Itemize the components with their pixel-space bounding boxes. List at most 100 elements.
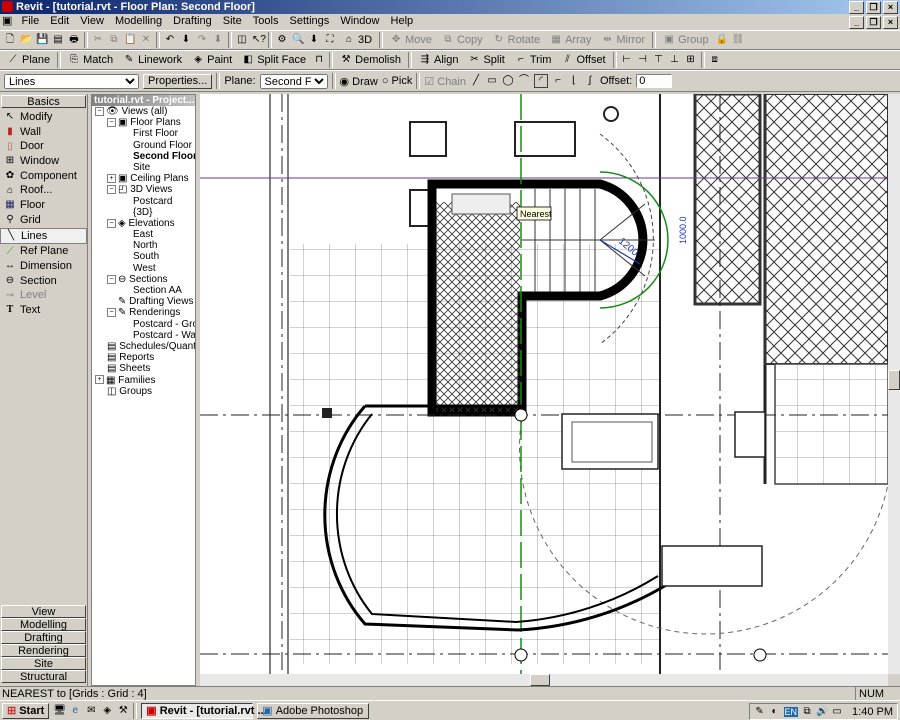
horizontal-scroll-thumb[interactable] [530, 674, 550, 686]
designbar-section[interactable]: ⊖ Section [0, 274, 87, 289]
match-button[interactable]: ⎘ Match [65, 52, 116, 69]
offset-button[interactable]: ⫽ Offset [558, 52, 608, 69]
dynamic-view-icon[interactable]: ⛶ [324, 34, 336, 46]
dimension-tool-3-icon[interactable]: ⊤ [653, 54, 665, 66]
basics-tab-header[interactable]: Basics [1, 95, 86, 108]
tab-rendering[interactable]: Rendering [1, 644, 86, 657]
designbar-roof[interactable]: ⌂ Roof... [0, 183, 87, 198]
task-revit[interactable]: ▣ Revit - [tutorial.rvt ... [141, 702, 267, 719]
tray-volume-icon[interactable]: 🔊 [816, 706, 828, 718]
3d-view-button[interactable]: ⌂ 3D [340, 32, 375, 49]
tree-section-aa[interactable]: Section AA [95, 285, 195, 296]
drawing-canvas[interactable]: 1200 1000.0 Nearest [200, 94, 888, 674]
menu-window[interactable]: Window [336, 15, 383, 27]
draw-radio[interactable]: ◉ Draw [340, 75, 378, 88]
arc-3pt-tool-icon[interactable]: ⌒ [518, 75, 530, 87]
tree-views-all[interactable]: − 👁 Views (all) [95, 106, 195, 117]
menu-view[interactable]: View [76, 15, 108, 27]
menu-tools[interactable]: Tools [249, 15, 283, 27]
horizontal-scrollbar[interactable] [200, 674, 888, 686]
designbar-modify[interactable]: ↖ Modify [0, 110, 87, 125]
link-icon[interactable]: ⛓ [732, 34, 745, 46]
lock-icon[interactable]: 🔒 [716, 34, 728, 46]
menu-modelling[interactable]: Modelling [111, 15, 166, 27]
redo-dropdown-icon[interactable]: ⬇ [212, 34, 224, 46]
grid-bubble[interactable] [514, 648, 528, 662]
floor-plan-drawing[interactable]: 1200 1000.0 Nearest [200, 94, 888, 674]
tree-families[interactable]: + ▦ Families [95, 375, 195, 386]
dimension-tool-5-icon[interactable]: ⊞ [685, 54, 697, 66]
zoom-icon[interactable]: 🔍 [292, 34, 304, 46]
group-button[interactable]: ▣ Group [660, 32, 712, 49]
menu-file[interactable]: File [17, 15, 43, 27]
plane-selector[interactable]: Second Floor [259, 73, 328, 89]
tab-drafting[interactable]: Drafting [1, 631, 86, 644]
trim-button[interactable]: ⌐ Trim [512, 52, 555, 69]
tangent-arc-tool-icon[interactable]: ⌊ [568, 75, 580, 87]
rotate-button[interactable]: ↻ Rotate [490, 32, 543, 49]
spline-tool-icon[interactable]: ∫ [584, 75, 596, 87]
tree-schedules[interactable]: ▤ Schedules/Quantitie [95, 341, 195, 352]
tree-postcard-group[interactable]: Postcard - Grou [95, 319, 195, 330]
designbar-grid[interactable]: ⚲ Grid [0, 213, 87, 228]
tray-globe-icon[interactable]: ◐ [769, 706, 781, 718]
doc-restore-button[interactable]: ❐ [866, 16, 881, 29]
print-icon[interactable]: 🖶 [68, 34, 80, 46]
quicklaunch-ie-icon[interactable]: e [69, 705, 81, 717]
designbar-ref-plane[interactable]: ⟋ Ref Plane [0, 244, 87, 259]
dimension-tool-1-icon[interactable]: ⊢ [621, 54, 633, 66]
menu-drafting[interactable]: Drafting [169, 15, 216, 27]
tree-second-floor[interactable]: Second Floor [95, 151, 195, 162]
designbar-component[interactable]: ✿ Component [0, 169, 87, 184]
tray-network-icon[interactable]: ⧉ [801, 706, 813, 718]
designbar-level[interactable]: ⊸ Level [0, 288, 87, 303]
tree-sheets[interactable]: ▤ Sheets [95, 363, 195, 374]
copy-icon[interactable]: ⧉ [108, 34, 120, 46]
pick-radio[interactable]: ○ Pick [382, 75, 412, 87]
offset-input[interactable] [636, 74, 673, 88]
doc-close-button[interactable]: × [883, 16, 898, 29]
tree-3d-postcard[interactable]: Postcard [95, 196, 195, 207]
designbar-text[interactable]: T Text [0, 303, 87, 318]
properties-button[interactable]: Properties... [143, 73, 213, 89]
close-button[interactable]: × [883, 1, 898, 14]
mirror-button[interactable]: ⇹ Mirror [598, 32, 648, 49]
tree-site[interactable]: Site [95, 162, 195, 173]
tree-south[interactable]: South [95, 251, 195, 262]
restore-button[interactable]: ❐ [866, 1, 881, 14]
linework-button[interactable]: ✎ Linework [120, 52, 185, 69]
rectangle-tool-icon[interactable]: ▭ [486, 75, 498, 87]
tree-elevations[interactable]: − ◈ Elevations [95, 218, 195, 229]
tree-ceiling-plans[interactable]: + ▣ Ceiling Plans [95, 173, 195, 184]
minimize-button[interactable]: _ [849, 1, 864, 14]
array-button[interactable]: ▦ Array [547, 32, 594, 49]
document-icon[interactable]: ▣ [0, 15, 14, 27]
tree-east[interactable]: East [95, 229, 195, 240]
tree-groups[interactable]: ◫ Groups [95, 386, 195, 397]
start-button[interactable]: ⊞ Start [2, 702, 50, 719]
workset-icon[interactable]: ⚙ [276, 34, 288, 46]
paint-button[interactable]: ◈ Paint [189, 52, 235, 69]
split-face-button[interactable]: ◧ Split Face [239, 52, 309, 69]
copy-button[interactable]: ⧉ Copy [439, 32, 486, 49]
menu-help[interactable]: Help [387, 15, 418, 27]
task-photoshop[interactable]: ▣ Adobe Photoshop [257, 702, 370, 719]
title-bar[interactable]: Revit - [tutorial.rvt - Floor Plan: Seco… [0, 0, 900, 14]
save-icon[interactable]: 💾 [36, 34, 48, 46]
tree-renderings[interactable]: − ✎ Renderings [95, 307, 195, 318]
type-selector[interactable]: Lines [4, 73, 139, 89]
cut-geometry-icon[interactable]: ⊓ [313, 54, 325, 66]
tree-sections[interactable]: − ⊖ Sections [95, 274, 195, 285]
align-button[interactable]: ⇶ Align [416, 52, 461, 69]
designbar-window[interactable]: ⊞ Window [0, 154, 87, 169]
grid-bubble[interactable] [753, 648, 767, 662]
tree-postcard-wall[interactable]: Postcard - Wall- [95, 330, 195, 341]
tree-reports[interactable]: ▤ Reports [95, 352, 195, 363]
properties-icon[interactable]: ◫ [236, 34, 248, 46]
tree-north[interactable]: North [95, 240, 195, 251]
render-tool-icon[interactable]: ⧈ [709, 54, 721, 66]
undo-icon[interactable]: ↶ [164, 34, 176, 46]
tree-floor-plans[interactable]: − ▣ Floor Plans [95, 117, 195, 128]
redo-icon[interactable]: ↷ [196, 34, 208, 46]
chain-checkbox[interactable]: ☑ Chain [424, 75, 466, 88]
